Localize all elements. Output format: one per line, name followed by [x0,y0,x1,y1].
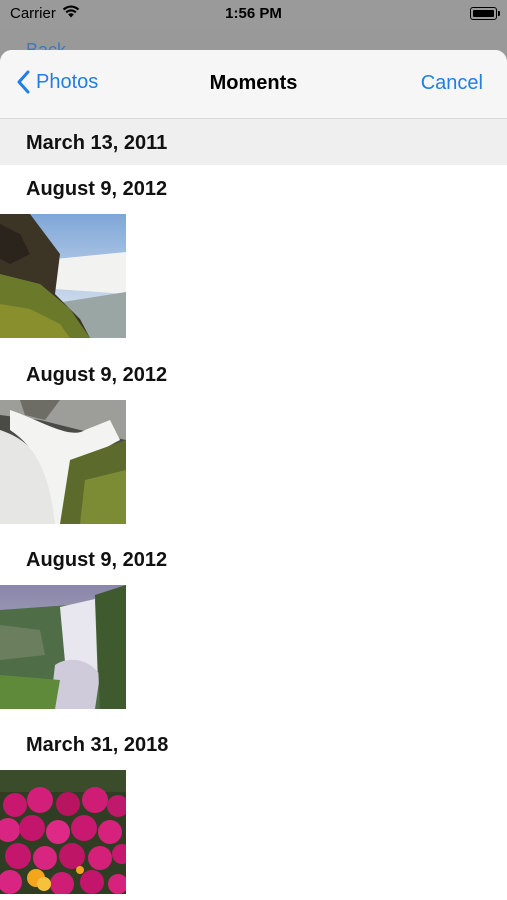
section-header-sticky: March 13, 2011 [0,119,507,165]
section-date: August 9, 2012 [26,178,168,200]
nav-bar: Photos Moments Cancel [0,50,507,119]
photo-thumbnail-pink-flowers[interactable] [0,770,126,894]
battery-icon [470,7,500,20]
section-date: March 31, 2018 [26,734,169,756]
section-date: August 9, 2012 [26,549,168,571]
status-time: 1:56 PM [225,5,282,22]
photo-thumbnail-waterfall-skogafoss[interactable] [0,585,126,709]
status-bar: Carrier 1:56 PM [0,0,507,28]
section-date: March 13, 2011 [26,132,168,154]
photo-thumbnail-waterfall-mossy[interactable] [0,400,126,524]
cancel-button[interactable]: Cancel [421,72,483,95]
moments-sheet: Photos Moments Cancel March 13, 2011 Aug… [0,50,507,900]
photo-thumbnail-waterfall-cliff[interactable] [0,214,126,338]
section-date: August 9, 2012 [26,364,168,386]
